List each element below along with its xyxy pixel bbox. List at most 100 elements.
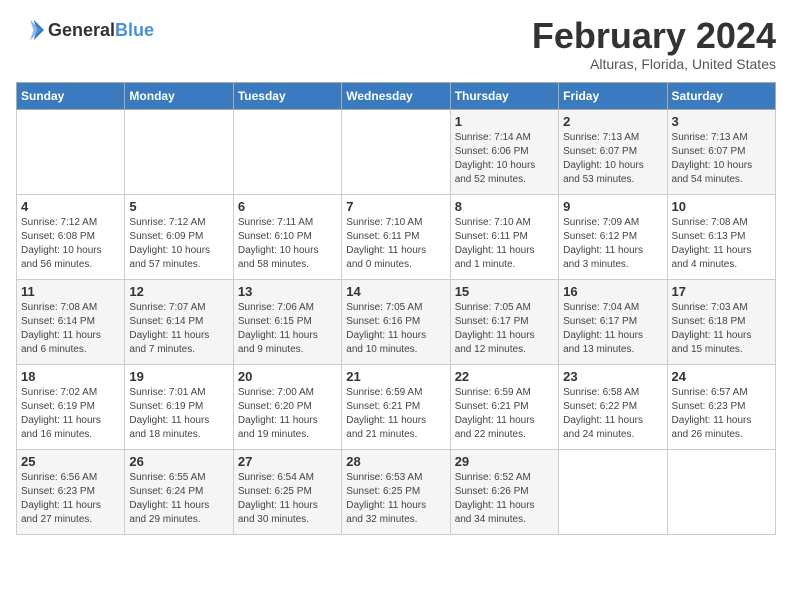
calendar-cell: 28 Sunrise: 6:53 AM Sunset: 6:25 PM Dayli… [342, 449, 450, 534]
calendar-cell: 27 Sunrise: 6:54 AM Sunset: 6:25 PM Dayli… [233, 449, 341, 534]
day-info: Sunrise: 7:11 AM Sunset: 6:10 PM Dayligh… [238, 216, 337, 272]
week-row-3: 18 Sunrise: 7:02 AM Sunset: 6:19 PM Dayli… [17, 364, 776, 449]
day-info: Sunrise: 7:04 AM Sunset: 6:17 PM Dayligh… [563, 301, 662, 357]
logo: GeneralBlue [16, 16, 154, 44]
day-number: 8 [455, 199, 554, 214]
calendar-cell: 16 Sunrise: 7:04 AM Sunset: 6:17 PM Dayli… [559, 279, 667, 364]
calendar-cell: 1 Sunrise: 7:14 AM Sunset: 6:06 PM Daylig… [450, 109, 558, 194]
day-number: 2 [563, 114, 662, 129]
calendar-cell: 12Sunrise: 7:07 AM Sunset: 6:14 PM Dayli… [125, 279, 233, 364]
day-info: Sunrise: 6:53 AM Sunset: 6:25 PM Dayligh… [346, 471, 445, 527]
day-info: Sunrise: 7:10 AM Sunset: 6:11 PM Dayligh… [346, 216, 445, 272]
calendar-cell: 19 Sunrise: 7:01 AM Sunset: 6:19 PM Dayli… [125, 364, 233, 449]
logo-blue: Blue [115, 20, 154, 40]
week-row-4: 25 Sunrise: 6:56 AM Sunset: 6:23 PM Dayli… [17, 449, 776, 534]
weekday-header-thursday: Thursday [450, 82, 558, 109]
day-number: 16 [563, 284, 662, 299]
day-number: 12 [129, 284, 228, 299]
page-title: February 2024 [532, 16, 776, 56]
day-number: 25 [21, 454, 120, 469]
page-header: GeneralBlue February 2024 Alturas, Flori… [16, 16, 776, 72]
day-number: 14 [346, 284, 445, 299]
calendar-cell: 25 Sunrise: 6:56 AM Sunset: 6:23 PM Dayli… [17, 449, 125, 534]
day-info: Sunrise: 7:08 AM Sunset: 6:13 PM Dayligh… [672, 216, 771, 272]
day-info: Sunrise: 7:12 AM Sunset: 6:08 PM Dayligh… [21, 216, 120, 272]
calendar-cell: 6 Sunrise: 7:11 AM Sunset: 6:10 PM Daylig… [233, 194, 341, 279]
day-number: 26 [129, 454, 228, 469]
calendar-table: SundayMondayTuesdayWednesdayThursdayFrid… [16, 82, 776, 535]
calendar-cell [125, 109, 233, 194]
weekday-row: SundayMondayTuesdayWednesdayThursdayFrid… [17, 82, 776, 109]
day-number: 21 [346, 369, 445, 384]
day-info: Sunrise: 6:59 AM Sunset: 6:21 PM Dayligh… [346, 386, 445, 442]
weekday-header-sunday: Sunday [17, 82, 125, 109]
calendar-cell: 9 Sunrise: 7:09 AM Sunset: 6:12 PM Daylig… [559, 194, 667, 279]
day-number: 6 [238, 199, 337, 214]
day-info: Sunrise: 7:01 AM Sunset: 6:19 PM Dayligh… [129, 386, 228, 442]
day-number: 17 [672, 284, 771, 299]
calendar-cell [17, 109, 125, 194]
calendar-cell [667, 449, 775, 534]
calendar-cell: 24 Sunrise: 6:57 AM Sunset: 6:23 PM Dayli… [667, 364, 775, 449]
day-number: 3 [672, 114, 771, 129]
day-info: Sunrise: 6:52 AM Sunset: 6:26 PM Dayligh… [455, 471, 554, 527]
calendar-cell: 2 Sunrise: 7:13 AM Sunset: 6:07 PM Daylig… [559, 109, 667, 194]
day-number: 4 [21, 199, 120, 214]
day-number: 29 [455, 454, 554, 469]
day-number: 23 [563, 369, 662, 384]
calendar-cell: 29 Sunrise: 6:52 AM Sunset: 6:26 PM Dayli… [450, 449, 558, 534]
day-info: Sunrise: 7:13 AM Sunset: 6:07 PM Dayligh… [563, 131, 662, 187]
day-number: 1 [455, 114, 554, 129]
day-info: Sunrise: 7:02 AM Sunset: 6:19 PM Dayligh… [21, 386, 120, 442]
day-info: Sunrise: 7:14 AM Sunset: 6:06 PM Dayligh… [455, 131, 554, 187]
calendar-cell: 4 Sunrise: 7:12 AM Sunset: 6:08 PM Daylig… [17, 194, 125, 279]
day-info: Sunrise: 7:06 AM Sunset: 6:15 PM Dayligh… [238, 301, 337, 357]
day-info: Sunrise: 6:55 AM Sunset: 6:24 PM Dayligh… [129, 471, 228, 527]
calendar-cell: 3Sunrise: 7:13 AM Sunset: 6:07 PM Daylig… [667, 109, 775, 194]
week-row-1: 4 Sunrise: 7:12 AM Sunset: 6:08 PM Daylig… [17, 194, 776, 279]
day-number: 19 [129, 369, 228, 384]
calendar-cell: 15Sunrise: 7:05 AM Sunset: 6:17 PM Dayli… [450, 279, 558, 364]
day-info: Sunrise: 6:57 AM Sunset: 6:23 PM Dayligh… [672, 386, 771, 442]
day-number: 18 [21, 369, 120, 384]
day-info: Sunrise: 6:54 AM Sunset: 6:25 PM Dayligh… [238, 471, 337, 527]
weekday-header-tuesday: Tuesday [233, 82, 341, 109]
day-number: 27 [238, 454, 337, 469]
day-info: Sunrise: 6:58 AM Sunset: 6:22 PM Dayligh… [563, 386, 662, 442]
day-info: Sunrise: 7:05 AM Sunset: 6:16 PM Dayligh… [346, 301, 445, 357]
calendar-cell: 17 Sunrise: 7:03 AM Sunset: 6:18 PM Dayli… [667, 279, 775, 364]
page-subtitle: Alturas, Florida, United States [532, 56, 776, 72]
day-info: Sunrise: 7:08 AM Sunset: 6:14 PM Dayligh… [21, 301, 120, 357]
day-number: 5 [129, 199, 228, 214]
weekday-header-wednesday: Wednesday [342, 82, 450, 109]
day-number: 28 [346, 454, 445, 469]
weekday-header-saturday: Saturday [667, 82, 775, 109]
calendar-cell: 10 Sunrise: 7:08 AM Sunset: 6:13 PM Dayli… [667, 194, 775, 279]
calendar-cell: 11 Sunrise: 7:08 AM Sunset: 6:14 PM Dayli… [17, 279, 125, 364]
calendar-cell: 26 Sunrise: 6:55 AM Sunset: 6:24 PM Dayli… [125, 449, 233, 534]
calendar-cell [233, 109, 341, 194]
day-info: Sunrise: 6:59 AM Sunset: 6:21 PM Dayligh… [455, 386, 554, 442]
day-info: Sunrise: 7:10 AM Sunset: 6:11 PM Dayligh… [455, 216, 554, 272]
day-info: Sunrise: 7:12 AM Sunset: 6:09 PM Dayligh… [129, 216, 228, 272]
day-number: 22 [455, 369, 554, 384]
day-info: Sunrise: 7:03 AM Sunset: 6:18 PM Dayligh… [672, 301, 771, 357]
day-info: Sunrise: 6:56 AM Sunset: 6:23 PM Dayligh… [21, 471, 120, 527]
day-info: Sunrise: 7:09 AM Sunset: 6:12 PM Dayligh… [563, 216, 662, 272]
day-number: 10 [672, 199, 771, 214]
weekday-header-monday: Monday [125, 82, 233, 109]
day-number: 24 [672, 369, 771, 384]
day-info: Sunrise: 7:05 AM Sunset: 6:17 PM Dayligh… [455, 301, 554, 357]
day-number: 9 [563, 199, 662, 214]
calendar-header: SundayMondayTuesdayWednesdayThursdayFrid… [17, 82, 776, 109]
calendar-body: 1 Sunrise: 7:14 AM Sunset: 6:06 PM Daylig… [17, 109, 776, 534]
calendar-cell: 23 Sunrise: 6:58 AM Sunset: 6:22 PM Dayli… [559, 364, 667, 449]
calendar-cell: 22 Sunrise: 6:59 AM Sunset: 6:21 PM Dayli… [450, 364, 558, 449]
day-number: 20 [238, 369, 337, 384]
day-number: 7 [346, 199, 445, 214]
calendar-cell: 14 Sunrise: 7:05 AM Sunset: 6:16 PM Dayli… [342, 279, 450, 364]
day-number: 11 [21, 284, 120, 299]
calendar-cell: 18 Sunrise: 7:02 AM Sunset: 6:19 PM Dayli… [17, 364, 125, 449]
logo-general: General [48, 20, 115, 40]
calendar-cell [559, 449, 667, 534]
